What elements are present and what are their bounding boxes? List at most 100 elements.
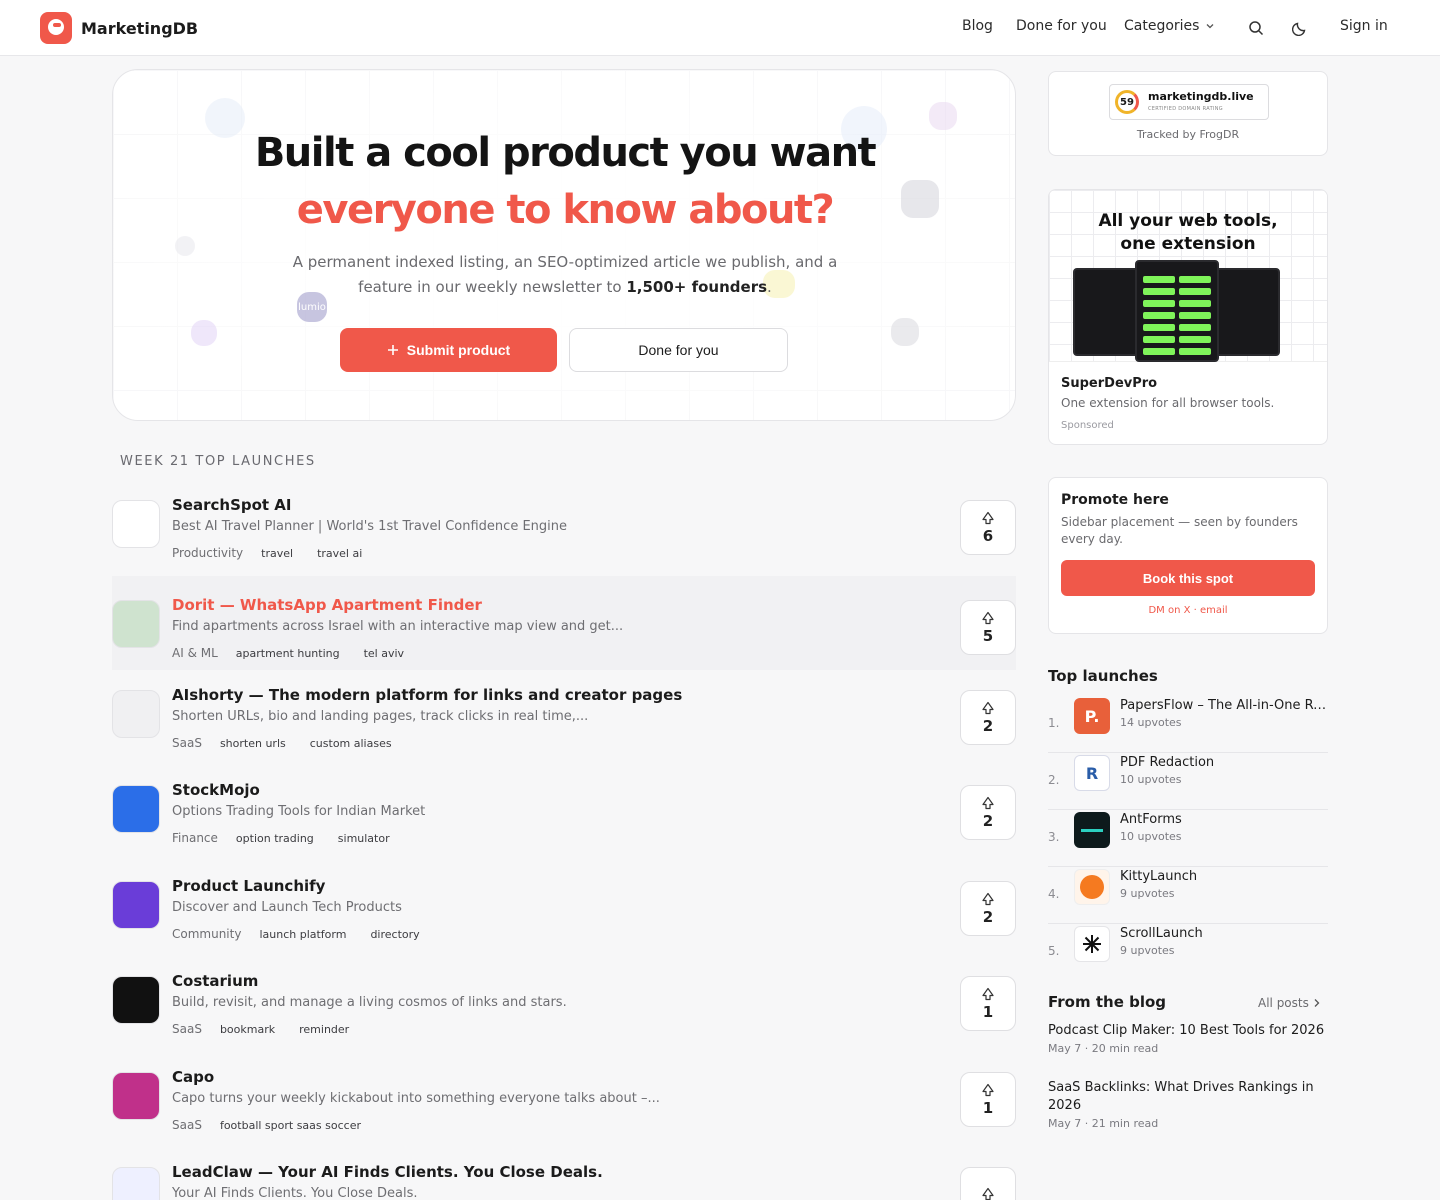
launch-description: Find apartments across Israel with an in… (172, 619, 624, 634)
all-posts-link[interactable]: All posts (1258, 996, 1321, 1010)
top-launch-item[interactable]: 1. P. PapersFlow – The All-in-One Resear… (1048, 696, 1328, 753)
sponsored-ad-card[interactable]: All your web tools, one extension SuperD… (1048, 189, 1328, 445)
ad-headline-line2: one extension (1120, 234, 1256, 254)
launch-name[interactable]: Costarium (172, 972, 258, 990)
launch-category[interactable]: Community (172, 927, 241, 941)
launch-tag[interactable]: directory (364, 928, 425, 941)
top-launch-logo-icon: P. (1074, 698, 1110, 734)
nav-done-for-you-link[interactable]: Done for you (1016, 18, 1107, 34)
week-launches-heading: WEEK 21 TOP LAUNCHES (120, 454, 316, 469)
launch-category[interactable]: SaaS (172, 736, 202, 750)
launch-description: Best AI Travel Planner | World's 1st Tra… (172, 519, 568, 534)
launch-description: Your AI Finds Clients. You Close Deals. (172, 1186, 418, 1200)
launch-category[interactable]: SaaS (172, 1118, 202, 1132)
upvote-button[interactable]: 2 (960, 690, 1016, 745)
book-spot-button[interactable]: Book this spot (1061, 560, 1315, 596)
launch-name[interactable]: LeadClaw — Your AI Finds Clients. You Cl… (172, 1163, 603, 1181)
upvote-button[interactable]: 1 (960, 976, 1016, 1031)
top-launch-name: AntForms (1120, 812, 1182, 827)
launch-name[interactable]: SearchSpot AI (172, 496, 292, 514)
submit-product-button[interactable]: Submit product (340, 328, 557, 372)
upvote-button[interactable]: 2 (960, 881, 1016, 936)
launch-description: Discover and Launch Tech Products (172, 900, 402, 915)
upvote-button[interactable]: 2 (960, 785, 1016, 840)
launch-description: Shorten URLs, bio and landing pages, tra… (172, 709, 589, 724)
sign-in-link[interactable]: Sign in (1340, 18, 1388, 34)
promote-card: Promote here Sidebar placement — seen by… (1048, 477, 1328, 634)
dm-contact-link[interactable]: DM on X · email (1049, 605, 1327, 616)
launch-tags: SaaS shorten urls custom aliases (172, 736, 398, 750)
upvote-count: 1 (982, 1002, 994, 1021)
launch-name[interactable]: Capo (172, 1068, 214, 1086)
launch-row[interactable]: AIshorty — The modern platform for links… (112, 686, 1016, 778)
hero-title-line2: everyone to know about? (296, 187, 835, 233)
launch-name[interactable]: Dorit — WhatsApp Apartment Finder (172, 596, 482, 614)
launch-row[interactable]: Product Launchify Discover and Launch Te… (112, 877, 1016, 969)
chevron-down-icon (1207, 24, 1214, 29)
top-launch-upvotes: 9 upvotes (1120, 944, 1175, 957)
launch-description: Capo turns your weekly kickabout into so… (172, 1091, 660, 1106)
nav-categories-dropdown[interactable]: Categories (1124, 18, 1215, 34)
launch-category[interactable]: AI & ML (172, 646, 218, 660)
upvote-button[interactable]: 5 (960, 600, 1016, 655)
launch-category[interactable]: Productivity (172, 546, 243, 560)
ad-image: All your web tools, one extension (1049, 190, 1327, 362)
launch-row[interactable]: SearchSpot AI Best AI Travel Planner | W… (112, 496, 1016, 588)
blog-post-title: Podcast Clip Maker: 10 Best Tools for 20… (1048, 1023, 1325, 1038)
launch-row[interactable]: Dorit — WhatsApp Apartment Finder Find a… (112, 576, 1016, 670)
blog-post[interactable]: Podcast Clip Maker: 10 Best Tools for 20… (1048, 1022, 1328, 1055)
launch-tag[interactable]: bookmark (214, 1023, 281, 1036)
launch-tag[interactable]: tel aviv (358, 647, 410, 660)
launch-tag[interactable]: custom aliases (304, 737, 398, 750)
top-launch-item[interactable]: 4. KittyLaunch 9 upvotes (1048, 867, 1328, 924)
launch-row[interactable]: LeadClaw — Your AI Finds Clients. You Cl… (112, 1163, 1016, 1200)
domain-rating-badge[interactable]: 59 marketingdb.live CERTIFIED DOMAIN RAT… (1109, 84, 1269, 120)
top-navbar: MarketingDB Blog Done for you Categories… (0, 0, 1440, 56)
nav-blog-link[interactable]: Blog (962, 18, 993, 34)
blog-post[interactable]: SaaS Backlinks: What Drives Rankings in … (1048, 1079, 1328, 1130)
upvote-button[interactable] (960, 1167, 1016, 1200)
launch-tag[interactable]: shorten urls (214, 737, 292, 750)
launch-tag[interactable]: football sport saas soccer (214, 1119, 367, 1132)
upvote-count: 2 (982, 907, 994, 926)
done-for-you-button[interactable]: Done for you (569, 328, 788, 372)
search-icon[interactable] (1246, 18, 1266, 38)
launch-name[interactable]: StockMojo (172, 781, 260, 799)
submit-product-label: Submit product (406, 342, 511, 358)
launch-tag[interactable]: travel ai (311, 547, 368, 560)
promote-description: Sidebar placement — seen by founders eve… (1061, 515, 1298, 546)
upvote-count: 2 (982, 811, 994, 830)
launch-tag[interactable]: simulator (332, 832, 396, 845)
launch-logo-icon (112, 500, 160, 548)
upvote-button[interactable]: 1 (960, 1072, 1016, 1127)
launch-logo-icon (112, 785, 160, 833)
top-launch-item[interactable]: 5. ScrollLaunch 9 upvotes (1048, 924, 1328, 981)
launch-category[interactable]: SaaS (172, 1022, 202, 1036)
launch-row[interactable]: Costarium Build, revisit, and manage a l… (112, 972, 1016, 1064)
launch-tag[interactable]: reminder (293, 1023, 355, 1036)
top-launch-upvotes: 10 upvotes (1120, 830, 1182, 843)
launch-tag[interactable]: launch platform (253, 928, 352, 941)
ad-description: One extension for all browser tools. (1061, 396, 1275, 410)
launch-category[interactable]: Finance (172, 831, 218, 845)
top-launch-rank: 5. (1048, 944, 1060, 958)
upvote-button[interactable]: 6 (960, 500, 1016, 555)
launch-name[interactable]: Product Launchify (172, 877, 325, 895)
top-launch-item[interactable]: 3. AntForms 10 upvotes (1048, 810, 1328, 867)
top-launch-item[interactable]: 2. R PDF Redaction 10 upvotes (1048, 753, 1328, 810)
launch-tags: AI & ML apartment hunting tel aviv (172, 646, 410, 660)
launch-tag[interactable]: option trading (230, 832, 320, 845)
brand-home-link[interactable]: MarketingDB (40, 12, 198, 44)
domain-rating-score: 59 (1115, 90, 1139, 114)
top-launch-upvotes: 14 upvotes (1120, 716, 1182, 729)
launch-row[interactable]: Capo Capo turns your weekly kickabout in… (112, 1068, 1016, 1160)
sponsored-label: Sponsored (1061, 420, 1114, 431)
launch-tag[interactable]: travel (255, 547, 299, 560)
launch-logo-icon (112, 976, 160, 1024)
launch-name[interactable]: AIshorty — The modern platform for links… (172, 686, 682, 704)
upvote-arrow-icon (982, 1187, 994, 1200)
blog-heading: From the blog (1048, 993, 1167, 1011)
dark-mode-moon-icon[interactable] (1290, 18, 1310, 38)
launch-row[interactable]: StockMojo Options Trading Tools for Indi… (112, 781, 1016, 873)
launch-tag[interactable]: apartment hunting (230, 647, 346, 660)
